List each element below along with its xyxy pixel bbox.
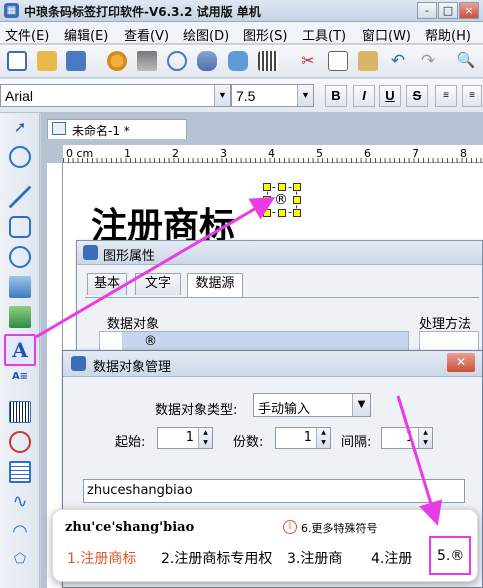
arrow-to-candidate — [396, 395, 443, 526]
arrow-to-symbol — [35, 196, 276, 339]
annotation-arrows — [35, 196, 443, 526]
